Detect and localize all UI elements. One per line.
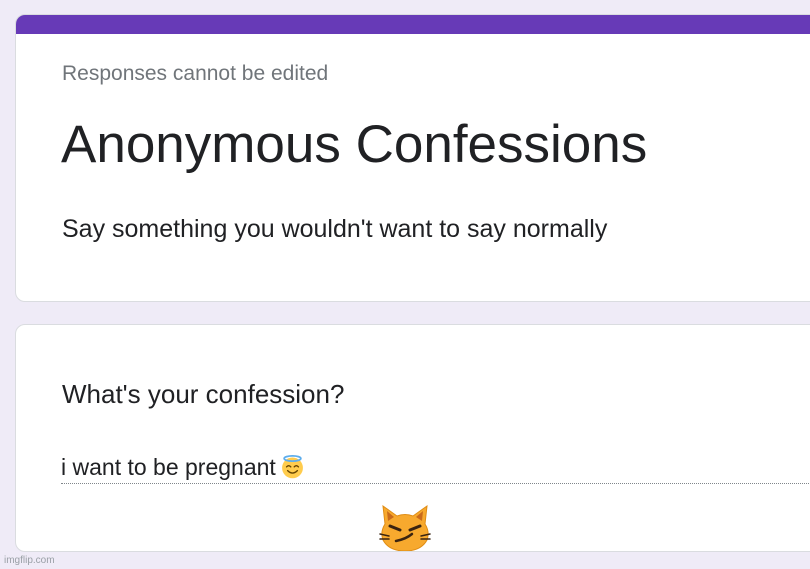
form-title: Anonymous Confessions — [61, 115, 648, 174]
question-card: What's your confession? i want to be pre… — [15, 324, 810, 552]
header-accent-bar — [16, 15, 810, 34]
question-title: What's your confession? — [62, 379, 345, 409]
answer-input[interactable]: i want to be pregnant — [61, 451, 810, 484]
smirking-cat-icon — [379, 504, 431, 551]
responses-notice: Responses cannot be edited — [62, 62, 329, 85]
form-description: Say something you wouldn't want to say n… — [62, 215, 608, 243]
answer-text: i want to be pregnant — [61, 453, 276, 480]
imgflip-watermark: imgflip.com — [4, 555, 55, 566]
form-header-card: Responses cannot be edited Anonymous Con… — [15, 14, 810, 302]
smiling-face-with-halo-icon — [281, 454, 303, 478]
